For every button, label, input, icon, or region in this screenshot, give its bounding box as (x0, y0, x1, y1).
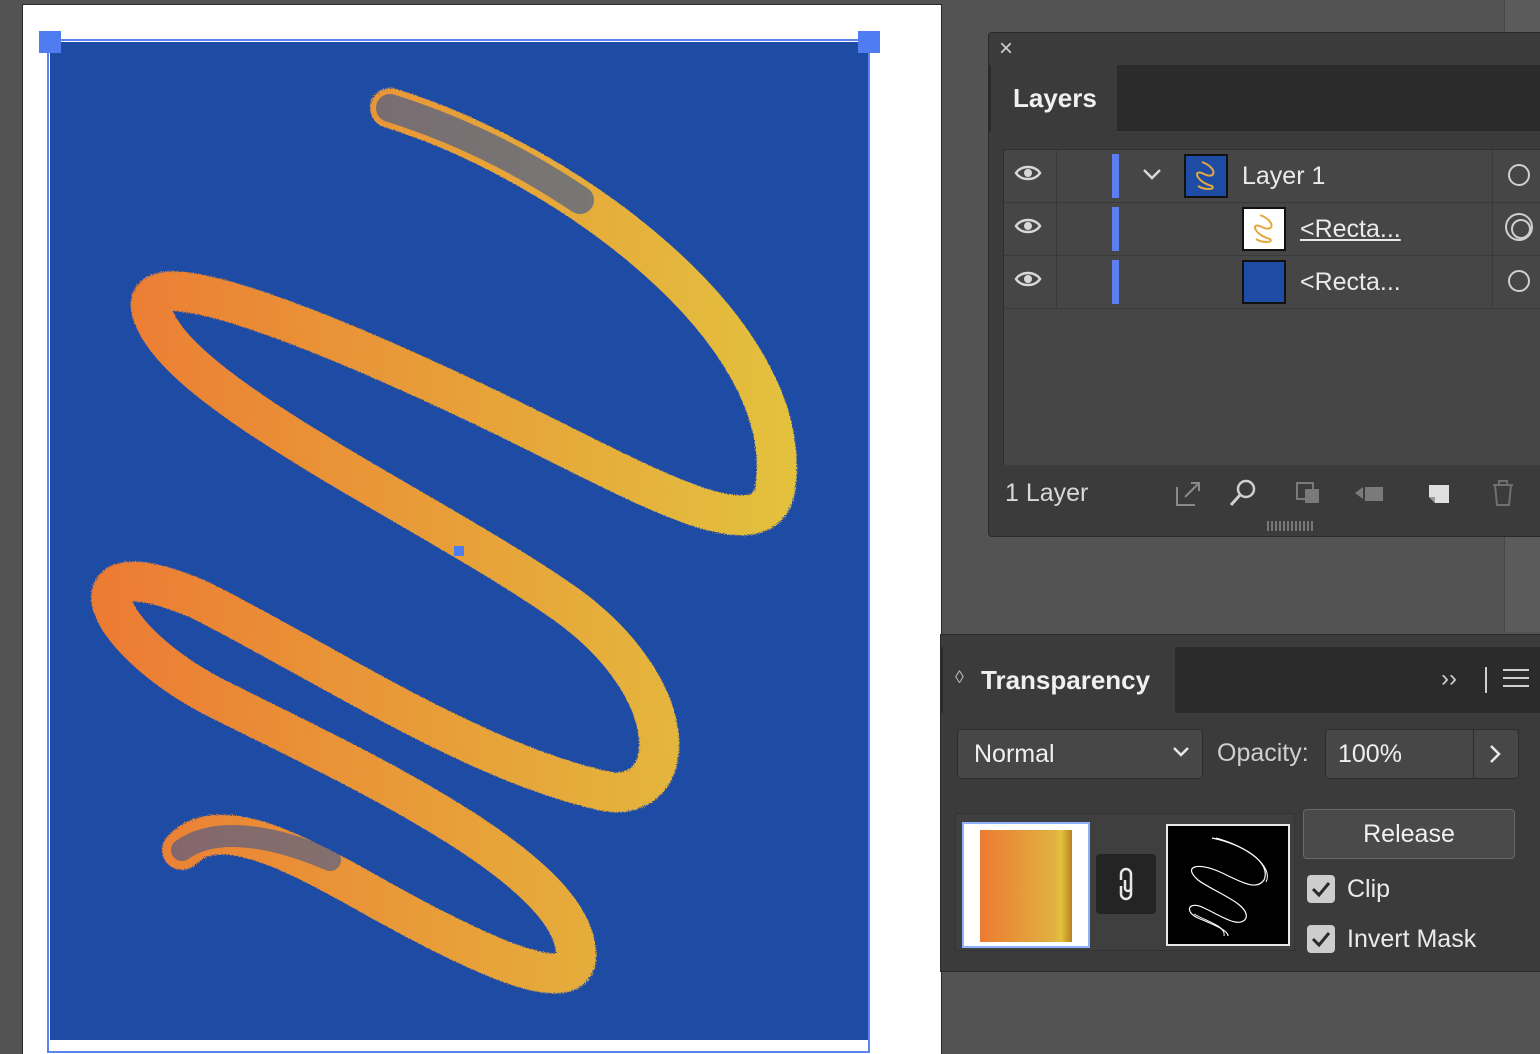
target-circle-icon[interactable] (1508, 164, 1530, 186)
layer-color-bar (1112, 154, 1119, 198)
opacity-input[interactable]: 100% (1325, 729, 1475, 779)
visibility-eye-icon[interactable] (1014, 164, 1042, 182)
transparency-title: Transparency (981, 665, 1151, 695)
visibility-eye-icon[interactable] (1014, 270, 1042, 288)
clip-checkbox[interactable] (1307, 875, 1335, 903)
chevron-down-icon (1173, 747, 1189, 757)
transparency-panel: ◊ Transparency ›› Normal Opacity: 100% R… (940, 634, 1540, 972)
visibility-eye-icon[interactable] (1014, 217, 1042, 235)
layer-row-swirl[interactable]: <Recta... (1004, 203, 1540, 256)
column-divider (1056, 203, 1057, 255)
selection-handle-top-right[interactable] (858, 31, 880, 53)
object-name[interactable]: <Recta... (1300, 215, 1401, 244)
search-icon[interactable] (1227, 477, 1259, 509)
tab-divider (1485, 667, 1487, 693)
layers-list: Layer 1 <Recta... <Recta... (1003, 149, 1540, 465)
target-circle-icon[interactable] (1508, 270, 1530, 292)
layer-color-bar (1112, 207, 1119, 251)
checkmark-icon (1311, 882, 1331, 898)
blend-mode-value: Normal (974, 740, 1055, 768)
column-divider (1492, 150, 1493, 202)
layer-count: 1 Layer (1005, 479, 1089, 507)
new-layer-icon[interactable] (1423, 477, 1455, 509)
opacity-value: 100% (1338, 740, 1402, 768)
layers-footer: 1 Layer (1003, 473, 1540, 517)
tab-layers[interactable]: Layers (991, 65, 1117, 131)
layer-color-bar (1112, 260, 1119, 304)
collapse-panel-icon[interactable]: ›› (1441, 665, 1457, 693)
artwork-thumbnail[interactable] (962, 822, 1090, 948)
link-icon (1119, 867, 1133, 901)
selection-center-point[interactable] (454, 546, 464, 556)
layer-row-blue-rect[interactable]: <Recta... (1004, 256, 1540, 309)
column-divider (1056, 256, 1057, 308)
column-divider (1056, 150, 1057, 202)
blue-thumbnail (1242, 260, 1286, 304)
object-name[interactable]: <Recta... (1300, 268, 1401, 297)
mask-thumbnail[interactable] (1166, 824, 1290, 946)
target-selected-icon[interactable] (1505, 213, 1533, 241)
clip-label[interactable]: Clip (1347, 875, 1390, 904)
link-mask-button[interactable] (1096, 854, 1156, 914)
checkmark-icon (1311, 932, 1331, 948)
chevron-right-icon (1490, 745, 1501, 763)
swirl-thumbnail (1242, 207, 1286, 251)
invert-mask-label[interactable]: Invert Mask (1347, 925, 1476, 954)
layers-tabbar: Layers (989, 65, 1540, 131)
clip-icon[interactable] (1293, 477, 1325, 509)
layer-thumbnail (1184, 154, 1228, 198)
layer-row-layer-1[interactable]: Layer 1 (1004, 150, 1540, 203)
opacity-slider-toggle[interactable] (1473, 729, 1519, 779)
gradient-preview (980, 830, 1072, 942)
export-icon[interactable] (1173, 477, 1205, 509)
panel-menu-icon[interactable] (1503, 669, 1529, 689)
chevron-down-icon[interactable] (1140, 162, 1164, 186)
mask-preview-area (955, 813, 1295, 951)
trash-icon[interactable] (1487, 477, 1519, 509)
column-divider (1492, 256, 1493, 308)
expand-collapse-icon[interactable]: ◊ (955, 667, 964, 688)
release-button[interactable]: Release (1303, 809, 1515, 859)
opacity-label: Opacity: (1217, 739, 1309, 767)
layers-panel: × Layers Layer 1 <Recta... <Recta... 1 L… (988, 32, 1540, 537)
blend-mode-select[interactable]: Normal (957, 729, 1203, 779)
move-icon[interactable] (1353, 477, 1385, 509)
column-divider (1492, 203, 1493, 255)
tab-transparency[interactable]: ◊ Transparency (943, 647, 1175, 713)
layer-name[interactable]: Layer 1 (1242, 162, 1325, 191)
panel-resize-grip[interactable] (1267, 521, 1315, 531)
transparency-tabbar: ◊ Transparency ›› (941, 647, 1540, 713)
close-icon[interactable]: × (999, 37, 1013, 61)
invert-mask-checkbox[interactable] (1307, 925, 1335, 953)
selection-handle-top-left[interactable] (39, 31, 61, 53)
